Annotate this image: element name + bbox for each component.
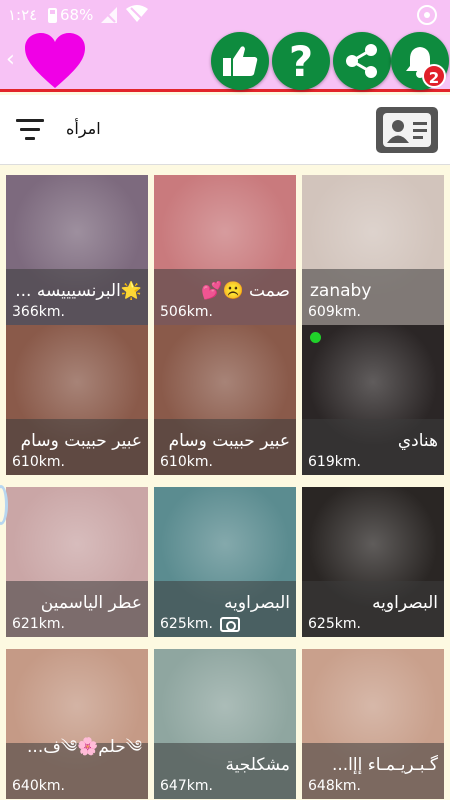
profile-distance: 610km. [160,454,213,470]
online-status-dot [310,332,321,343]
profile-name: البصراويه [372,593,438,613]
profile-name: البصراويه [224,593,290,613]
wifi-icon [126,5,148,22]
profile-distance: 625km. [160,616,213,632]
share-button[interactable] [333,32,391,90]
like-button[interactable] [211,32,269,90]
profile-tile[interactable]: هنادي 619km. [302,325,444,475]
notification-badge: 2 [422,64,446,88]
profile-tile[interactable]: عطر الياسمين 621km. [6,487,148,637]
profile-distance: 366km. [12,304,65,320]
profile-tile[interactable]: 🌟البرنسيييسه ... 366km. [6,175,148,325]
profile-tile[interactable]: البصراويه 625km. [302,487,444,637]
profile-name: مشكلجية [225,755,290,775]
profile-tile[interactable]: zanaby 609km. [302,175,444,325]
profile-name: عطر الياسمين [40,593,142,613]
profile-distance: 609km. [308,304,361,320]
profile-name: هنادي [397,431,438,451]
profile-card-button[interactable] [376,107,438,153]
gender-filter-label[interactable]: امرأه [66,119,101,138]
help-button[interactable]: ? [272,32,330,90]
status-time: ١:٢٤ [8,6,38,24]
profile-tile[interactable]: گـبـريـمـاء إإا... 648km. [302,649,444,799]
profile-tile[interactable]: صمت ☹️💕 506km. [154,175,296,325]
back-arrow-icon[interactable]: ‹ [6,47,15,72]
filter-bar: امرأه [0,95,450,165]
profile-name: صمت ☹️💕 [201,281,290,301]
status-bar: ١:٢٤ 68% [0,0,450,30]
profile-name: ༄حلم🌸༄ف... [27,737,142,757]
share-icon [346,44,377,78]
thumbs-up-icon [223,46,258,76]
camera-icon [220,617,240,632]
contact-card-icon [383,113,431,147]
profile-distance: 621km. [12,616,65,632]
profile-name: عبير حبيبت وسام [20,431,142,451]
heart-icon[interactable] [24,32,86,90]
whatsapp-icon [417,5,437,25]
battery-percent: 68% [60,6,94,24]
profile-tile[interactable]: مشكلجية 647km. [154,649,296,799]
question-mark-icon: ? [288,36,314,86]
profile-tile[interactable]: ༄حلم🌸༄ف... 640km. [6,649,148,799]
profile-tile[interactable]: البصراويه 625km. [154,487,296,637]
profile-distance: 640km. [12,778,65,794]
signal-icon [101,7,117,23]
profile-tile[interactable]: عبير حبيبت وسام 610km. [154,325,296,475]
profile-distance: 648km. [308,778,361,794]
profile-distance: 619km. [308,454,361,470]
profile-distance: 625km. [308,616,361,632]
profile-name: 🌟البرنسيييسه ... [15,281,142,301]
top-toolbar: ‹ ? 2 [0,30,450,92]
battery-icon [48,8,57,23]
profile-name: گـبـريـمـاء إإا... [331,755,438,775]
profile-name: عبير حبيبت وسام [168,431,290,451]
filter-icon[interactable] [16,119,44,141]
profile-distance: 610km. [12,454,65,470]
profile-tile[interactable]: عبير حبيبت وسام 610km. [6,325,148,475]
profile-grid: 🌟البرنسيييسه ... 366km. صمت ☹️💕 506km. z… [0,165,450,800]
profile-name: zanaby [310,281,372,301]
profile-distance: 647km. [160,778,213,794]
profile-distance: 506km. [160,304,213,320]
